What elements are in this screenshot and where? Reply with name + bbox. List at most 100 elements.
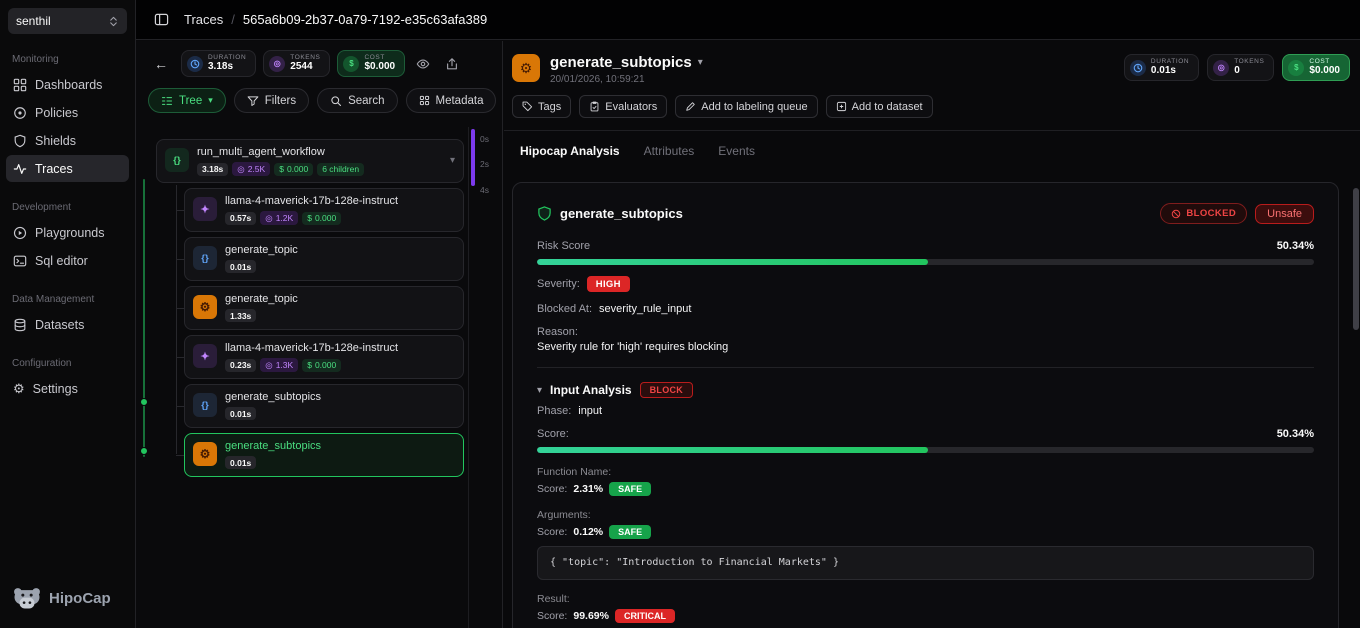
chip-value: 0.01s [1150, 65, 1176, 77]
trace-toolbar: Tree ▾ Filters Search Metadata [136, 79, 502, 122]
section-label-data-management: Data Management [12, 294, 95, 305]
trace-span-generate-topic-1[interactable]: {} generate_topic 0.01s [176, 237, 464, 281]
tab-attributes[interactable]: Attributes [644, 144, 695, 158]
trace-span-generate-topic-2[interactable]: ⚙ generate_topic 1.33s [176, 286, 464, 330]
tags-button[interactable]: Tags [512, 95, 572, 118]
watch-eye-icon[interactable] [412, 53, 434, 75]
breadcrumb-traces-link[interactable]: Traces [184, 12, 223, 27]
dollar-icon: $ [279, 164, 284, 174]
severity-badge: HIGH [586, 276, 630, 292]
gear-icon: ⚙ [193, 295, 217, 319]
tab-events[interactable]: Events [718, 144, 755, 158]
detail-scrollbar[interactable] [1353, 188, 1359, 330]
cost-chip: $ COST $0.000 [1282, 54, 1350, 81]
input-analysis-header[interactable]: ▾ Input Analysis BLOCK [537, 382, 1314, 398]
braces-icon: {} [193, 246, 217, 270]
detail-stats: DURATION 0.01s ◎ TOKENS 0 $ COST $0.000 [1123, 54, 1350, 81]
dollar-icon: $ [307, 213, 312, 223]
cost-chip: $ COST $0.000 [337, 50, 406, 77]
sidebar-item-traces[interactable]: Traces [6, 155, 129, 182]
search-icon [331, 95, 342, 106]
sidebar-item-datasets[interactable]: Datasets [6, 311, 129, 338]
function-name-label: Function Name: [537, 466, 612, 478]
arguments-score: Score: 0.12% SAFE [537, 525, 1314, 539]
sidebar-toggle-icon[interactable] [150, 9, 172, 31]
add-to-dataset-button[interactable]: Add to dataset [825, 95, 933, 118]
span-duration-badge: 3.18s [197, 162, 229, 176]
filters-button-label: Filters [264, 94, 297, 107]
tree-scrollbar[interactable] [471, 129, 475, 186]
token-count: 1.2K [275, 213, 294, 223]
chip-label: COST [364, 54, 385, 62]
timeline-tick: 4s [480, 185, 489, 195]
token-icon: ◎ [265, 212, 273, 223]
tree-guide-line [176, 185, 177, 454]
filters-button[interactable]: Filters [233, 88, 310, 113]
chevron-down-icon[interactable]: ▾ [450, 155, 455, 177]
tree-button-label: Tree [179, 94, 203, 107]
span-body: generate_topic 0.01s [225, 243, 455, 275]
score-value: 0.12% [573, 526, 604, 538]
sidebar-item-policies[interactable]: Policies [6, 99, 129, 126]
search-button[interactable]: Search [317, 88, 398, 113]
span-name: generate_topic [225, 244, 298, 256]
chip-label: TOKENS [290, 54, 321, 62]
hipocap-logo: HipoCap [12, 585, 111, 612]
sidebar-item-label: Playgrounds [35, 225, 105, 240]
tokens-chip: ◎ TOKENS 2544 [263, 50, 331, 77]
sidebar-item-shields[interactable]: Shields [6, 127, 129, 154]
sidebar-item-sql-editor[interactable]: Sql editor [6, 247, 129, 274]
span-stats: 0.23s ◎ 1.3K $0.000 [225, 358, 455, 372]
blocked-at-value: severity_rule_input [599, 303, 692, 315]
critical-badge: CRITICAL [614, 608, 675, 623]
chevron-down-icon[interactable]: ▾ [698, 57, 703, 68]
trace-span-root[interactable]: {} run_multi_agent_workflow 3.18s ◎ 2.5K … [156, 139, 464, 183]
chip-label: COST [1309, 58, 1330, 66]
dollar-icon: $ [1288, 59, 1305, 76]
score-label: Score: [537, 609, 568, 622]
blocked-at-label: Blocked At: [537, 303, 593, 315]
chip-value: $0.000 [1309, 65, 1340, 77]
terminal-icon [13, 255, 27, 266]
span-stats: 1.33s [225, 309, 455, 322]
hippo-mascot-icon [14, 588, 40, 609]
add-to-labeling-queue-button[interactable]: Add to labeling queue [675, 95, 818, 118]
tab-hipocap-analysis[interactable]: Hipocap Analysis [520, 144, 620, 158]
token-icon: ◎ [1213, 59, 1230, 76]
trace-span-generate-subtopics-1[interactable]: {} generate_subtopics 0.01s [176, 384, 464, 428]
play-circle-icon [13, 226, 27, 239]
sidebar-item-dashboards[interactable]: Dashboards [6, 71, 129, 98]
trace-span-llama-1[interactable]: ✦ llama-4-maverick-17b-128e-instruct 0.5… [176, 188, 464, 232]
risk-score-row: Risk Score 50.34% [537, 240, 1314, 252]
score-label: Score: [537, 428, 569, 440]
span-children-badge: 6 children [317, 162, 365, 176]
sidebar-item-playgrounds[interactable]: Playgrounds [6, 219, 129, 246]
back-button[interactable]: ← [148, 51, 174, 77]
metadata-button-label: Metadata [435, 94, 484, 107]
token-count: 1.3K [275, 360, 294, 370]
token-count: 2.5K [247, 164, 266, 174]
evaluators-button[interactable]: Evaluators [579, 95, 668, 118]
trace-span-generate-subtopics-2-selected[interactable]: ⚙ generate_subtopics 0.01s [176, 433, 464, 477]
span-body: run_multi_agent_workflow 3.18s ◎ 2.5K $0.… [197, 145, 442, 177]
span-duration-badge: 1.33s [225, 309, 257, 322]
safe-badge: SAFE [609, 482, 652, 496]
trace-span-llama-2[interactable]: ✦ llama-4-maverick-17b-128e-instruct 0.2… [176, 335, 464, 379]
input-score-bar-fill [537, 447, 929, 453]
tree-view-button[interactable]: Tree ▾ [148, 88, 226, 113]
sidebar-item-settings[interactable]: ⚙ Settings [6, 375, 129, 402]
sidebar-item-label: Dashboards [35, 77, 103, 92]
timeline-tick: 2s [480, 159, 489, 169]
input-score-row: Score: 50.34% [537, 428, 1314, 440]
score-value: 50.34% [1276, 428, 1314, 440]
metadata-button[interactable]: Metadata [405, 88, 497, 113]
sidebar-item-label: Shields [35, 133, 76, 148]
pencil-icon [686, 102, 695, 111]
share-export-icon[interactable] [441, 53, 463, 75]
span-name: llama-4-maverick-17b-128e-instruct [225, 195, 399, 207]
unsafe-badge[interactable]: Unsafe [1255, 203, 1314, 224]
page-title: generate_subtopics [550, 54, 692, 71]
workspace-selector[interactable]: senthil [8, 8, 127, 34]
status-badges: BLOCKED Unsafe [1160, 203, 1314, 224]
chip-label: TOKENS [1234, 58, 1265, 66]
